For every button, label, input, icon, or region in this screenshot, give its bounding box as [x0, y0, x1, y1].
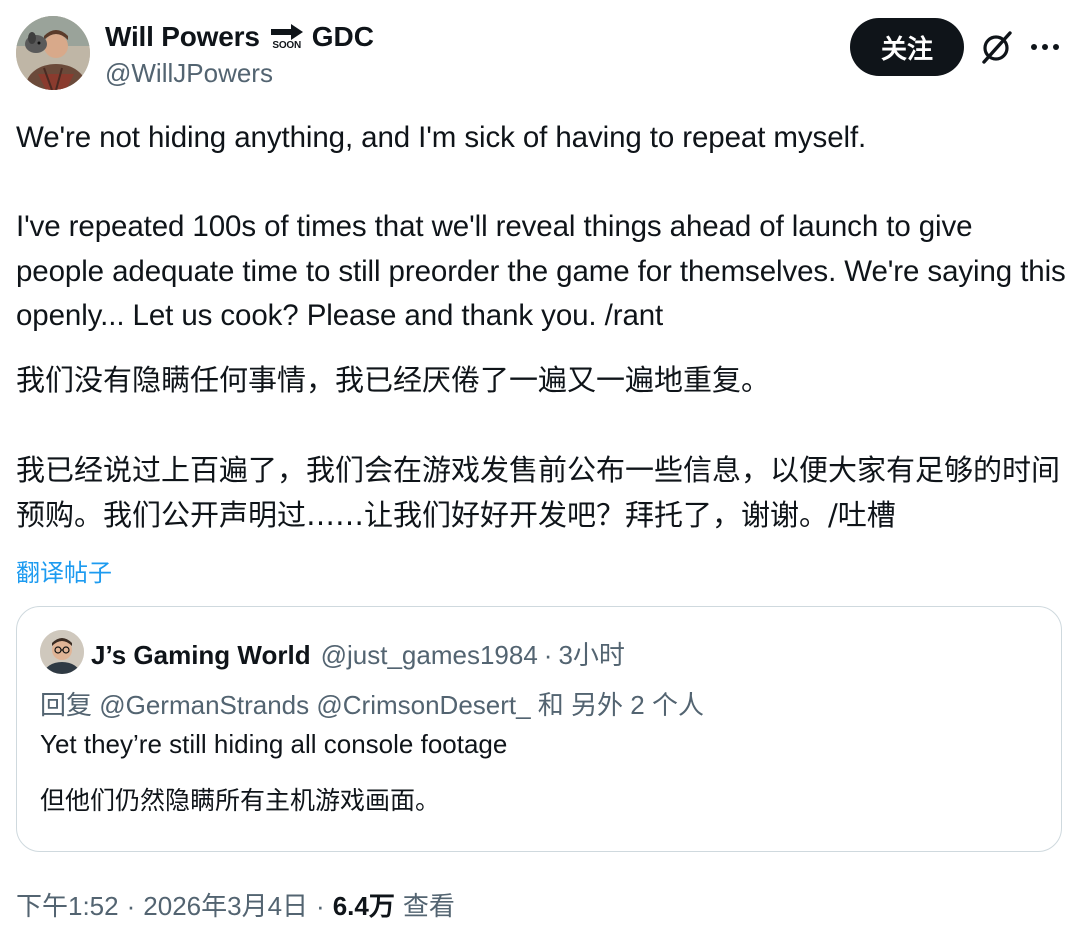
- translate-post-link[interactable]: 翻译帖子: [16, 553, 112, 588]
- views-label: 查看: [402, 891, 455, 921]
- tweet-date[interactable]: 2026年3月4日: [143, 886, 308, 923]
- quoted-reply-to: 回复 @GermanStrands @CrimsonDesert_ 和 另外 2…: [40, 690, 704, 720]
- person-glasses-avatar-icon: [40, 630, 84, 674]
- quoted-tweet-translation: 但他们仍然隐瞒所有主机游戏画面。: [40, 786, 441, 815]
- separator-dot: ·: [543, 640, 553, 670]
- separator-dot: ·: [126, 891, 136, 921]
- separator-dot: ·: [316, 891, 325, 921]
- author-name-suffix: GDC: [311, 21, 374, 52]
- soon-badge-text: SOON: [272, 39, 302, 51]
- author-avatar[interactable]: [16, 16, 90, 90]
- follow-button[interactable]: 关注: [850, 18, 964, 76]
- arrow-right-icon: [270, 23, 303, 40]
- quoted-author-avatar[interactable]: [40, 630, 84, 674]
- views-count: 6.4万: [332, 891, 395, 921]
- quoted-tweet-header: J’s Gaming World @just_games1984 · 3小时: [91, 635, 625, 672]
- grok-slash-icon[interactable]: [978, 28, 1016, 66]
- tweet-time[interactable]: 下午1:52: [16, 886, 119, 923]
- quoted-tweet-text: Yet they’re still hiding all console foo…: [40, 729, 508, 759]
- tweet: Will Powers SOON GDC @WillJPowers 关注 We'…: [0, 0, 1080, 944]
- author-handle[interactable]: @WillJPowers: [105, 58, 273, 89]
- tweet-translation: 我们没有隐瞒任何事情，我已经厌倦了一遍又一遍地重复。 我已经说过上百遍了，我们会…: [16, 363, 1061, 532]
- tweet-text: We're not hiding anything, and I'm sick …: [16, 121, 1066, 332]
- quoted-tweet-time[interactable]: 3小时: [558, 635, 624, 672]
- person-with-dog-avatar-icon: [16, 16, 90, 90]
- author-display-name[interactable]: Will Powers: [105, 21, 260, 53]
- tweet-meta: 下午1:52 · 2026年3月4日 · 6.4万 查看: [16, 886, 455, 923]
- quoted-author-handle[interactable]: @just_games1984: [321, 640, 538, 671]
- more-horizontal-icon[interactable]: [1030, 42, 1060, 52]
- author-name-row[interactable]: Will Powers SOON GDC: [105, 20, 374, 54]
- quoted-author-name[interactable]: J’s Gaming World: [91, 640, 311, 671]
- soon-arrow-badge: SOON: [270, 23, 304, 51]
- quoted-tweet-card[interactable]: J’s Gaming World @just_games1984 · 3小时 回…: [16, 606, 1062, 852]
